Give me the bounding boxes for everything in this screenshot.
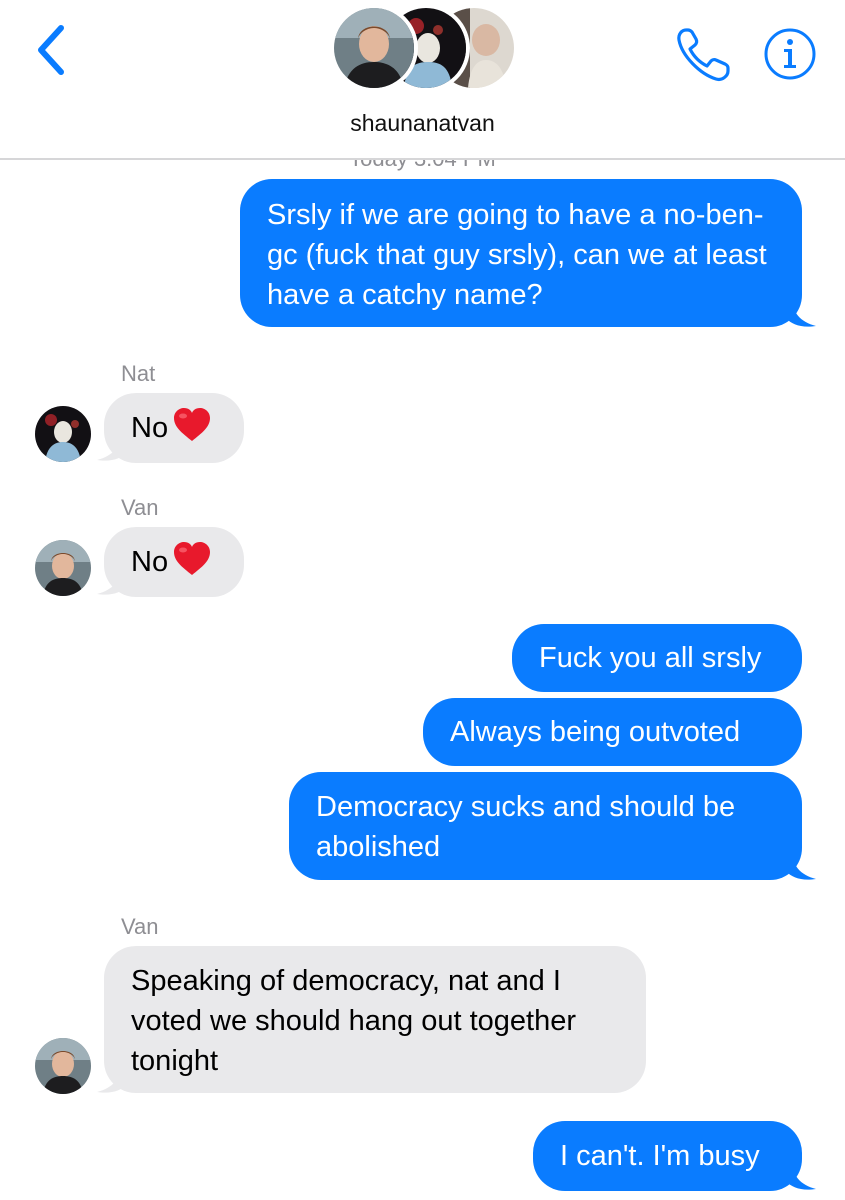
call-button[interactable] xyxy=(672,24,734,86)
message-text: Srsly if we are going to have a no-ben-g… xyxy=(267,199,767,311)
sender-name: Van xyxy=(121,495,159,520)
back-button[interactable] xyxy=(22,22,78,78)
message-text: Speaking of democracy, nat and I voted w… xyxy=(131,965,576,1077)
message-bubble-incoming[interactable]: No xyxy=(104,527,244,597)
message-bubble-incoming[interactable]: Speaking of democracy, nat and I voted w… xyxy=(104,946,646,1093)
message-bubble-outgoing[interactable]: I can't. I'm busy xyxy=(533,1121,802,1191)
conversation-header: shaunanatvan xyxy=(0,0,845,158)
info-button[interactable] xyxy=(763,27,817,81)
avatar-van xyxy=(330,4,418,92)
message-text: Democracy sucks and should be abolished xyxy=(316,791,736,863)
message-bubble-outgoing[interactable]: Democracy sucks and should be abolished xyxy=(289,772,802,880)
message-text: Fuck you all srsly xyxy=(539,642,762,674)
message-text: Always being outvoted xyxy=(450,716,741,748)
sender-name: Van xyxy=(121,914,159,939)
message-text: No xyxy=(131,546,169,578)
heart-emoji-icon xyxy=(174,542,211,575)
avatar-nat[interactable] xyxy=(35,406,91,462)
avatar-van[interactable] xyxy=(35,1038,91,1094)
sender-name: Nat xyxy=(121,361,156,386)
message-bubble-incoming[interactable]: No xyxy=(104,393,244,463)
message-text: No xyxy=(131,412,169,444)
heart-emoji-icon xyxy=(174,408,211,441)
header-divider xyxy=(0,158,845,160)
avatar-van[interactable] xyxy=(35,540,91,596)
message-bubble-outgoing[interactable]: Srsly if we are going to have a no-ben-g… xyxy=(240,179,802,327)
chevron-left-icon xyxy=(38,25,64,75)
message-text: I can't. I'm busy xyxy=(560,1140,760,1172)
message-bubble-outgoing[interactable]: Fuck you all srsly xyxy=(512,624,802,692)
conversation-title[interactable]: shaunanatvan xyxy=(0,110,845,137)
message-bubble-outgoing[interactable]: Always being outvoted xyxy=(423,698,802,766)
info-icon xyxy=(764,28,816,80)
phone-icon xyxy=(677,28,730,82)
group-avatar-stack[interactable] xyxy=(330,4,520,96)
